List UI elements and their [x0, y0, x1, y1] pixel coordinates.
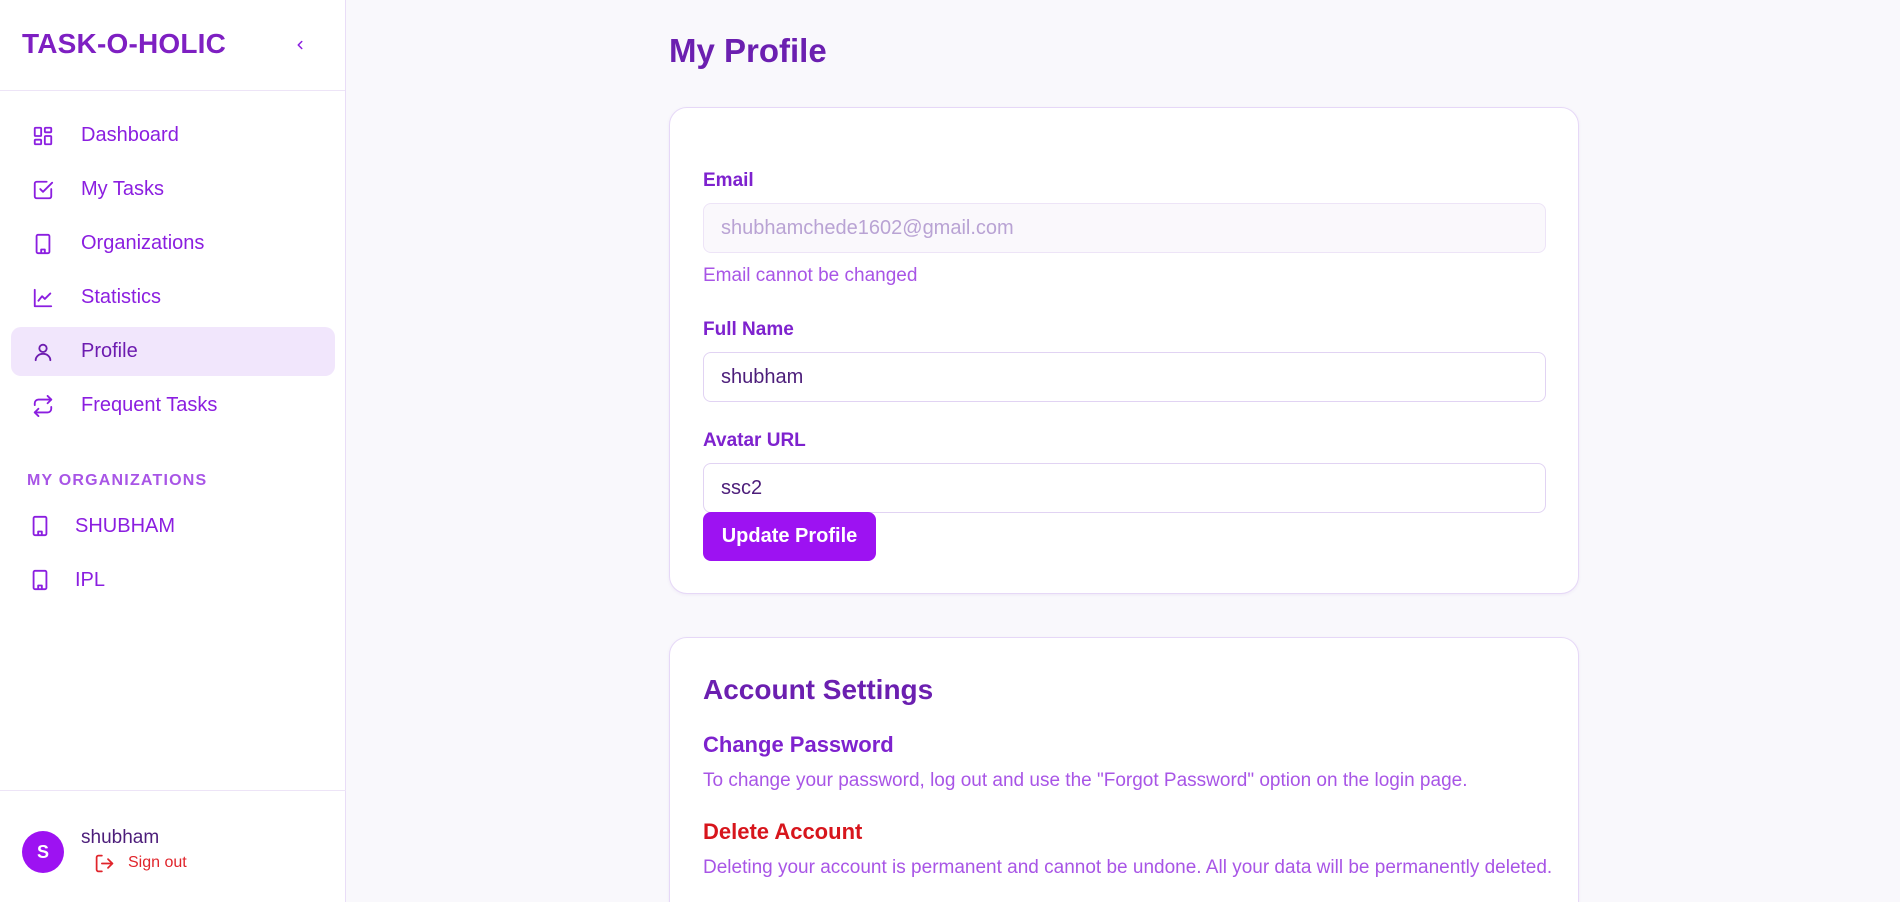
avatar-url-label: Avatar URL: [703, 430, 806, 451]
email-label: Email: [703, 170, 754, 191]
sidebar-item-label: My Tasks: [81, 178, 164, 200]
sidebar-item-label: Dashboard: [81, 124, 179, 146]
organization-label: SHUBHAM: [75, 514, 176, 537]
full-name-field[interactable]: [703, 352, 1546, 402]
email-field: [703, 203, 1546, 253]
sidebar-item-dashboard[interactable]: Dashboard: [11, 111, 335, 160]
organization-item-ipl[interactable]: IPL: [16, 553, 336, 607]
logout-icon: [94, 852, 116, 874]
page-title: My Profile: [669, 32, 827, 69]
profile-form-card: Email Email cannot be changed Full Name …: [669, 107, 1579, 594]
user-footer: S shubham Sign out: [0, 790, 346, 902]
sidebar-nav: Dashboard My Tasks Organizations Statist…: [11, 111, 335, 435]
sidebar-item-label: Frequent Tasks: [81, 394, 218, 416]
dashboard-icon: [31, 124, 55, 148]
sidebar-item-label: Statistics: [81, 286, 162, 308]
organization-item-shubham[interactable]: SHUBHAM: [16, 499, 336, 553]
full-name-label: Full Name: [703, 319, 794, 340]
collapse-sidebar-button[interactable]: [285, 30, 315, 60]
delete-account-text: Deleting your account is permanent and c…: [703, 857, 1553, 878]
repeat-icon: [31, 394, 55, 418]
organization-list: SHUBHAM IPL: [16, 499, 336, 607]
sidebar-header: TASK-O-HOLIC: [0, 0, 345, 91]
sidebar-item-frequent-tasks[interactable]: Frequent Tasks: [11, 381, 335, 430]
sidebar: TASK-O-HOLIC Dashboard My Tasks Organiza…: [0, 0, 346, 902]
sign-out-label: Sign out: [128, 854, 187, 871]
sidebar-item-label: Profile: [81, 340, 138, 362]
user-name: shubham: [81, 827, 160, 848]
sidebar-item-organizations[interactable]: Organizations: [11, 219, 335, 268]
sidebar-item-label: Organizations: [81, 232, 205, 254]
user-icon: [31, 340, 55, 364]
sign-out-button[interactable]: Sign out: [94, 852, 187, 874]
checkbox-icon: [31, 178, 55, 202]
app-logo-text: TASK-O-HOLIC: [22, 28, 227, 59]
building-icon: [31, 232, 55, 256]
organization-label: IPL: [75, 568, 106, 591]
avatar[interactable]: S: [22, 831, 64, 873]
delete-account-heading: Delete Account: [703, 819, 863, 844]
avatar-url-field[interactable]: [703, 463, 1546, 513]
sidebar-item-statistics[interactable]: Statistics: [11, 273, 335, 322]
building-icon: [28, 514, 52, 538]
chart-icon: [31, 286, 55, 310]
chevron-left-icon: [297, 40, 303, 50]
email-hint: Email cannot be changed: [703, 265, 918, 286]
sidebar-item-my-tasks[interactable]: My Tasks: [11, 165, 335, 214]
account-settings-card: Account Settings Change Password To chan…: [669, 637, 1579, 902]
change-password-text: To change your password, log out and use…: [703, 770, 1468, 791]
change-password-heading: Change Password: [703, 732, 894, 757]
sidebar-item-profile[interactable]: Profile: [11, 327, 335, 376]
my-organizations-heading: MY ORGANIZATIONS: [27, 472, 208, 489]
account-settings-title: Account Settings: [703, 674, 934, 705]
building-icon: [28, 568, 52, 592]
update-profile-button[interactable]: Update Profile: [703, 512, 876, 561]
